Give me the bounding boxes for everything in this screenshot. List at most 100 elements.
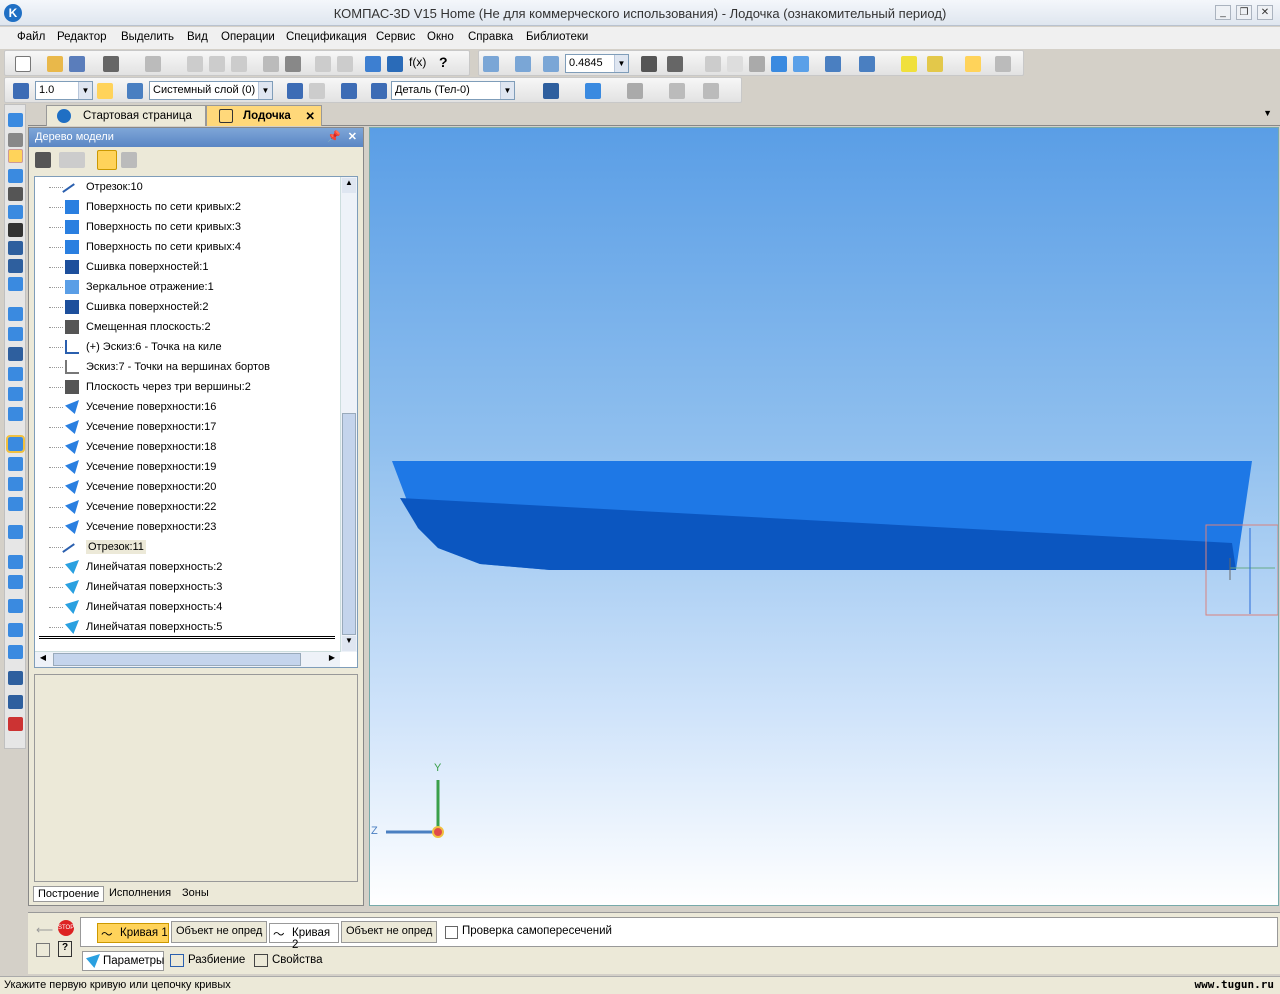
close-icon[interactable]: ✕: [348, 130, 357, 143]
tree-item[interactable]: Линейчатая поверхность:5: [35, 617, 345, 637]
tree-item[interactable]: Усечение поверхности:18: [35, 437, 345, 457]
scroll-down-icon[interactable]: ▼: [342, 636, 356, 651]
snap-icon[interactable]: [13, 83, 29, 99]
tree-item[interactable]: Линейчатая поверхность:4: [35, 597, 345, 617]
tree-item[interactable]: Поверхность по сети кривых:3: [35, 217, 345, 237]
redo-icon[interactable]: [337, 56, 353, 72]
new-document-icon[interactable]: [15, 56, 31, 72]
tree-structure-icon[interactable]: [35, 152, 51, 168]
model-viewport[interactable]: Y Z: [369, 127, 1279, 906]
menu-operations[interactable]: Операции: [221, 31, 275, 43]
tree-item[interactable]: Отрезок:10: [35, 177, 345, 203]
scroll-thumb[interactable]: [53, 653, 301, 666]
tab-lodochka[interactable]: Лодочка ✕: [206, 105, 322, 126]
cursor-step-icon[interactable]: [97, 83, 113, 99]
part-icon[interactable]: [901, 56, 917, 72]
ruled-surface-icon[interactable]: [6, 435, 25, 453]
fx-icon[interactable]: f(x): [409, 55, 426, 69]
rotate-icon[interactable]: [641, 56, 657, 72]
filter-icon[interactable]: [825, 56, 841, 72]
stitch-surface-icon[interactable]: [8, 555, 23, 569]
tree-item[interactable]: Усечение поверхности:20: [35, 477, 345, 497]
thicken-icon[interactable]: [8, 623, 23, 637]
trim-surface-icon[interactable]: [8, 525, 23, 539]
detail-select[interactable]: Деталь (Тел-0) ▼: [391, 81, 515, 100]
wireframe-icon[interactable]: [705, 56, 721, 72]
split-icon[interactable]: [8, 671, 23, 685]
copy-icon[interactable]: [209, 56, 225, 72]
tab-properties[interactable]: Свойства: [254, 954, 323, 967]
tab-executions[interactable]: Исполнения: [109, 887, 171, 899]
maximize-button[interactable]: ❐: [1236, 5, 1252, 20]
body-icon[interactable]: [543, 83, 559, 99]
filter-icon[interactable]: [8, 205, 23, 219]
offset-surface-icon[interactable]: [8, 457, 23, 471]
menu-edit[interactable]: Редактор: [57, 31, 107, 43]
tab-start-page[interactable]: Стартовая страница: [46, 105, 206, 126]
scroll-right-icon[interactable]: ▶: [325, 653, 339, 666]
loft-surface-icon[interactable]: [8, 367, 23, 381]
save-icon[interactable]: [69, 56, 85, 72]
menu-file[interactable]: Файл: [17, 31, 45, 43]
points-surface-icon[interactable]: [8, 477, 23, 491]
tree-item[interactable]: Линейчатая поверхность:3: [35, 577, 345, 597]
hidden-lines-icon[interactable]: [727, 56, 743, 72]
measure-icon[interactable]: [8, 223, 23, 237]
tree-item[interactable]: Усечение поверхности:23: [35, 517, 345, 537]
step-select[interactable]: 1.0 ▼: [35, 81, 93, 100]
open-folder-icon[interactable]: [47, 56, 63, 72]
restore-surface-icon[interactable]: [8, 575, 23, 589]
help-icon[interactable]: ?: [439, 54, 448, 70]
measure-icon[interactable]: [341, 83, 357, 99]
assembly-icon[interactable]: [927, 56, 943, 72]
curve1-button[interactable]: 〜 Кривая 1: [97, 923, 169, 943]
extend-surface-icon[interactable]: [8, 497, 23, 511]
detail-icon[interactable]: [371, 83, 387, 99]
close-icon[interactable]: ✕: [305, 109, 315, 123]
material-icon[interactable]: [585, 83, 601, 99]
curve2-field[interactable]: Объект не опред: [341, 921, 437, 943]
auto-create-icon[interactable]: [36, 943, 50, 957]
rotate-surface-icon[interactable]: [8, 327, 23, 341]
tree-item[interactable]: Эскиз:7 - Точки на вершинах бортов: [35, 357, 345, 377]
tab-split[interactable]: Разбиение: [170, 954, 245, 967]
dimension-icon[interactable]: [703, 83, 719, 99]
tree-mode-icon[interactable]: [97, 150, 117, 170]
aux-geometry-icon[interactable]: [8, 187, 23, 201]
surfaces-icon[interactable]: [8, 149, 23, 163]
stop-icon[interactable]: STOP: [58, 920, 74, 936]
sketch-mode-icon[interactable]: [287, 83, 303, 99]
manager-icon[interactable]: [365, 56, 381, 72]
thin-hidden-icon[interactable]: [749, 56, 765, 72]
tree-item[interactable]: Усечение поверхности:16: [35, 397, 345, 417]
tabs-dropdown-icon[interactable]: ▼: [1263, 108, 1272, 118]
zoom-select[interactable]: 0.4845 ▼: [565, 54, 629, 73]
tree-item[interactable]: Усечение поверхности:19: [35, 457, 345, 477]
help-icon[interactable]: ?: [58, 941, 72, 957]
patch-icon[interactable]: [8, 407, 23, 421]
edit-part-icon[interactable]: [8, 113, 23, 127]
tab-zones[interactable]: Зоны: [182, 887, 209, 899]
tree-item[interactable]: Поверхность по сети кривых:4: [35, 237, 345, 257]
spec-icon[interactable]: [8, 241, 23, 255]
layers-icon[interactable]: [127, 83, 143, 99]
tab-parameters[interactable]: Параметры: [82, 951, 164, 971]
curves-icon[interactable]: [8, 133, 23, 147]
tree-item[interactable]: Зеркальное отражение:1: [35, 277, 345, 297]
tree-filter-icon[interactable]: [121, 152, 137, 168]
tree-item[interactable]: Смещенная плоскость:2: [35, 317, 345, 337]
curve2-button[interactable]: 〜 Кривая 2: [269, 923, 339, 951]
cut-surface-icon[interactable]: [8, 599, 23, 613]
paste-icon[interactable]: [231, 56, 247, 72]
layout-icon[interactable]: [995, 56, 1011, 72]
scroll-left-icon[interactable]: ◀: [36, 653, 50, 666]
tree-item[interactable]: Сшивка поверхностей:1: [35, 257, 345, 277]
print-icon[interactable]: [103, 56, 119, 72]
join-icon[interactable]: [8, 645, 23, 659]
sheet-metal-icon[interactable]: [8, 277, 23, 291]
tab-construction[interactable]: Построение: [33, 886, 105, 902]
menu-select[interactable]: Выделить: [121, 31, 174, 43]
format-brush-icon[interactable]: [263, 56, 279, 72]
current-state-icon[interactable]: [965, 56, 981, 72]
curve1-field[interactable]: Объект не опред: [171, 921, 267, 943]
